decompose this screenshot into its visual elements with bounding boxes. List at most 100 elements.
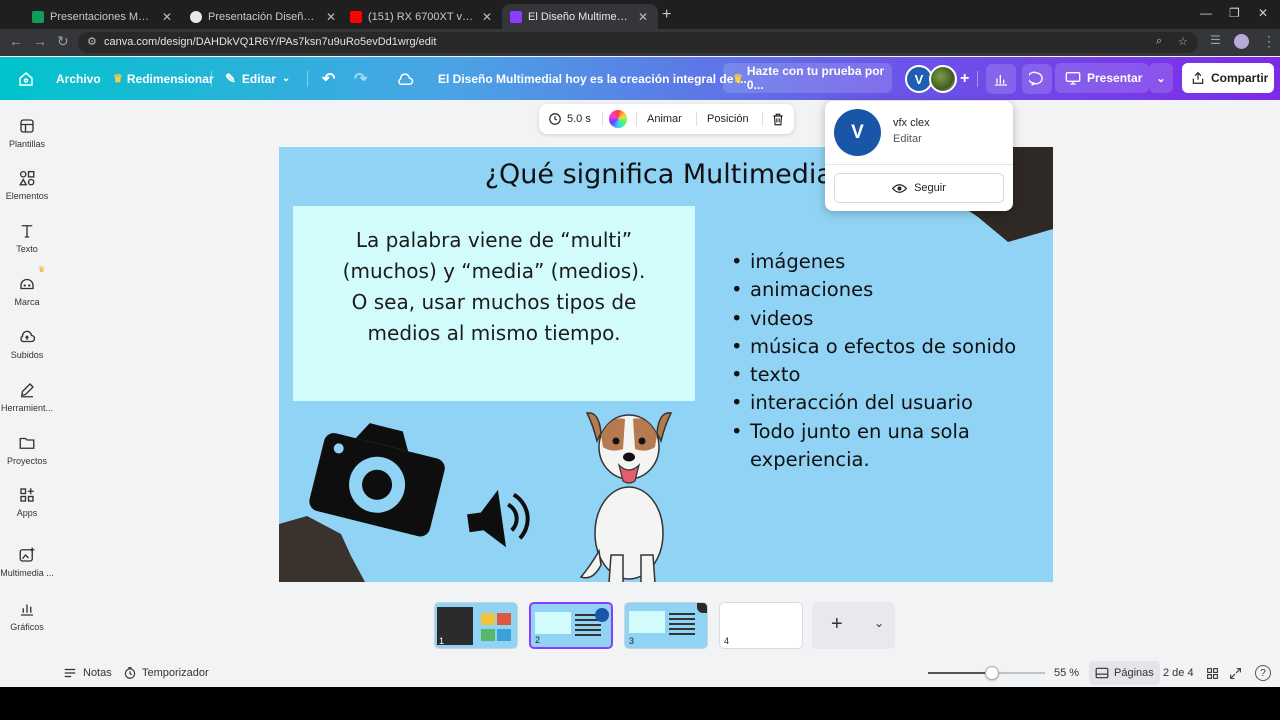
redo-icon[interactable]: ↷ bbox=[354, 57, 367, 100]
sidebar-item-apps[interactable]: Apps bbox=[0, 486, 54, 518]
user-avatar[interactable] bbox=[929, 65, 957, 93]
fullscreen-icon[interactable] bbox=[1229, 660, 1242, 686]
thumbnail-content bbox=[481, 613, 495, 625]
thumbnail-content bbox=[697, 603, 707, 613]
close-icon[interactable]: ✕ bbox=[160, 10, 174, 24]
close-icon[interactable]: ✕ bbox=[324, 10, 338, 24]
trial-label: Hazte con tu prueba por 0... bbox=[746, 64, 885, 92]
omnibox[interactable]: ⚙ canva.com/design/DAHDkVQ1R6Y/PAs7ksn7u… bbox=[78, 32, 1198, 53]
browser-tab[interactable]: Presentaciones Multimediales ( ✕ bbox=[24, 4, 182, 29]
eye-icon bbox=[892, 183, 908, 193]
sidebar-item-multimedia[interactable]: Multimedia ... bbox=[0, 546, 54, 578]
zoom-slider-track[interactable] bbox=[928, 666, 1045, 680]
slide-canvas[interactable]: ¿Qué significa Multimedia? La palabra vi… bbox=[279, 147, 1053, 582]
share-icon bbox=[1192, 71, 1204, 84]
list-item: Todo junto en una sola experiencia. bbox=[731, 418, 1031, 475]
insights-button[interactable] bbox=[986, 64, 1016, 94]
plus-icon: + bbox=[831, 613, 843, 635]
back-icon[interactable]: ← bbox=[9, 33, 23, 49]
pages-icon bbox=[1095, 667, 1109, 679]
canva-favicon-icon bbox=[510, 10, 522, 23]
maximize-icon[interactable]: ❐ bbox=[1229, 6, 1240, 20]
page-thumbnail-selected[interactable]: 2 bbox=[529, 602, 613, 649]
clock-icon bbox=[549, 113, 561, 125]
side-panel: Plantillas Elementos Texto ♛ Marca Subid… bbox=[0, 100, 54, 660]
thumbnail-content bbox=[481, 629, 495, 641]
bookmark-star-icon[interactable]: ☆ bbox=[1178, 35, 1188, 48]
present-button[interactable]: Presentar bbox=[1055, 63, 1149, 93]
tab-label: El Diseño Multimedial hoy es la bbox=[528, 10, 630, 23]
definition-line: medios al mismo tiempo. bbox=[367, 321, 621, 345]
color-picker-button[interactable] bbox=[609, 104, 627, 134]
sidebar-item-label: Proyectos bbox=[6, 456, 48, 466]
reading-list-icon[interactable]: ☰ bbox=[1210, 33, 1221, 47]
browser-tab[interactable]: (151) RX 6700XT vs RTX 3070 T ✕ bbox=[342, 4, 502, 29]
duration-button[interactable]: 5.0 s bbox=[548, 104, 591, 134]
delete-button[interactable] bbox=[771, 104, 785, 134]
archivo-menu[interactable]: Archivo bbox=[56, 57, 101, 100]
web-favicon-icon bbox=[190, 10, 202, 23]
zoom-lens-icon[interactable]: ⌕ bbox=[1156, 35, 1162, 48]
cloud-saved-icon[interactable] bbox=[396, 57, 414, 100]
zoom-slider-handle[interactable] bbox=[985, 666, 999, 680]
minimize-icon[interactable]: — bbox=[1200, 6, 1212, 20]
add-collaborator-icon[interactable]: + bbox=[960, 57, 969, 100]
help-icon[interactable]: ? bbox=[1255, 660, 1271, 686]
page-thumbnail[interactable]: 3 bbox=[624, 602, 708, 649]
browser-tab[interactable]: Presentación Diseño Multimedi ✕ bbox=[182, 4, 346, 29]
sidebar-item-label: Marca bbox=[14, 297, 40, 307]
edit-mode-button[interactable]: ✎ Editar ⌄ bbox=[225, 57, 290, 100]
browser-tab-active[interactable]: El Diseño Multimedial hoy es la ✕ bbox=[502, 4, 658, 29]
close-icon[interactable]: ✕ bbox=[636, 10, 650, 24]
divider bbox=[696, 112, 697, 126]
camera-icon[interactable] bbox=[309, 417, 449, 537]
close-icon[interactable]: ✕ bbox=[480, 10, 494, 24]
speaker-icon[interactable] bbox=[462, 482, 537, 557]
page-thumbnail[interactable]: 4 bbox=[719, 602, 803, 649]
animate-button[interactable]: Animar bbox=[647, 104, 682, 134]
sidebar-item-subidos[interactable]: Subidos bbox=[0, 328, 54, 360]
design-title[interactable]: El Diseño Multimedial hoy es la creación… bbox=[438, 57, 747, 100]
reload-icon[interactable]: ↻ bbox=[57, 33, 69, 50]
sidebar-item-marca[interactable]: Marca bbox=[0, 275, 54, 307]
notes-button[interactable]: Notas bbox=[63, 660, 112, 686]
dog-illustration[interactable] bbox=[571, 405, 683, 582]
position-button[interactable]: Posición bbox=[707, 104, 749, 134]
forward-icon[interactable]: → bbox=[33, 33, 47, 49]
present-options-button[interactable]: ⌄ bbox=[1149, 63, 1173, 93]
timer-button[interactable]: Temporizador bbox=[123, 660, 209, 686]
follow-button[interactable]: Seguir bbox=[834, 173, 1004, 203]
undo-icon[interactable]: ↶ bbox=[322, 57, 335, 100]
chevron-down-icon[interactable]: ⌄ bbox=[874, 616, 884, 630]
home-button[interactable] bbox=[17, 57, 35, 100]
browser-menu-icon[interactable]: ⋮ bbox=[1262, 33, 1276, 50]
profile-avatar-icon[interactable] bbox=[1234, 34, 1249, 49]
divider bbox=[636, 112, 637, 126]
comments-button[interactable] bbox=[1022, 64, 1052, 94]
definition-text-box[interactable]: La palabra viene de “multi” (muchos) y “… bbox=[293, 206, 695, 401]
sidebar-item-elementos[interactable]: Elementos bbox=[0, 169, 54, 201]
site-info-icon[interactable]: ⚙ bbox=[87, 35, 97, 48]
pages-view-button[interactable]: Páginas bbox=[1089, 661, 1160, 685]
url-text[interactable]: canva.com/design/DAHDkVQ1R6Y/PAs7ksn7u9u… bbox=[104, 36, 436, 48]
page-thumbnail[interactable]: 1 bbox=[434, 602, 518, 649]
trial-button[interactable]: ♛ Hazte con tu prueba por 0... bbox=[723, 63, 892, 93]
sidebar-item-texto[interactable]: Texto bbox=[0, 222, 54, 254]
add-page-button[interactable]: + ⌄ bbox=[812, 602, 895, 649]
page-number: 3 bbox=[629, 636, 635, 646]
new-tab-icon[interactable]: + bbox=[662, 6, 671, 24]
sidebar-item-graficos[interactable]: Gráficos bbox=[0, 600, 54, 632]
definition-line: La palabra viene de “multi” bbox=[355, 228, 633, 252]
media-types-list[interactable]: imágenes animaciones videos música o efe… bbox=[731, 248, 1031, 474]
zoom-level[interactable]: 55 % bbox=[1054, 660, 1079, 686]
grid-view-icon[interactable] bbox=[1206, 660, 1219, 686]
share-button[interactable]: Compartir bbox=[1182, 63, 1274, 93]
sheets-favicon-icon bbox=[32, 10, 44, 23]
sidebar-item-proyectos[interactable]: Proyectos bbox=[0, 434, 54, 466]
expand-icon bbox=[1230, 667, 1241, 679]
window-close-icon[interactable]: ✕ bbox=[1258, 6, 1268, 20]
sidebar-item-herramientas[interactable]: Herramient... bbox=[0, 381, 54, 413]
resize-button[interactable]: ♛ Redimensionar bbox=[113, 57, 214, 100]
sidebar-item-plantillas[interactable]: Plantillas bbox=[0, 117, 54, 149]
folder-icon bbox=[19, 437, 35, 449]
